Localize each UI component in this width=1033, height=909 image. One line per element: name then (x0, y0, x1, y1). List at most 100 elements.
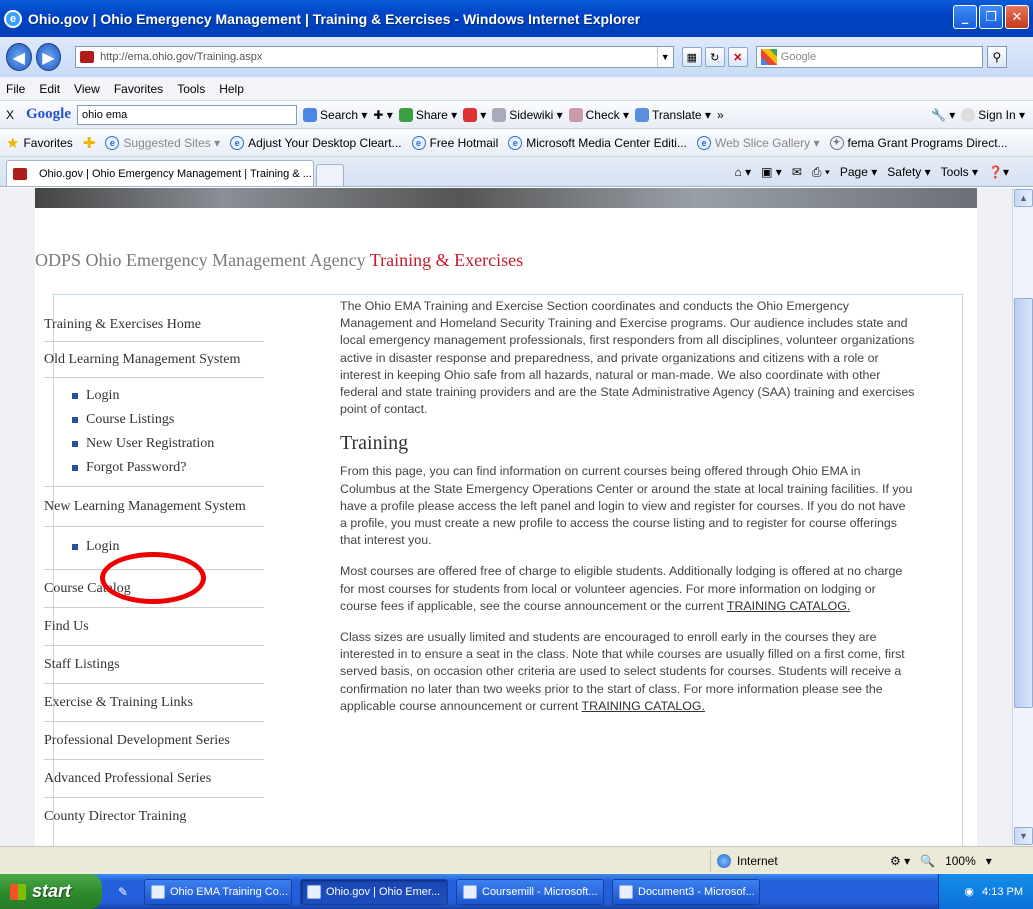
nav-old-lms[interactable]: Old Learning Management System (44, 342, 264, 378)
minimize-button[interactable]: _ (953, 5, 977, 29)
mail-icon[interactable]: ✉ (792, 165, 802, 179)
tab-ohio-gov[interactable]: Ohio.gov | Ohio Emergency Management | T… (6, 160, 314, 186)
new-tab-button[interactable] (316, 164, 344, 186)
favorites-button[interactable]: ★ Favorites (6, 134, 73, 152)
fav-media-center[interactable]: e Microsoft Media Center Editi... (508, 135, 687, 150)
agency-name: ODPS Ohio Emergency Management Agency (35, 250, 366, 270)
start-button[interactable]: start (0, 874, 102, 909)
scroll-thumb[interactable] (1014, 298, 1033, 708)
old-lms-new-user[interactable]: New User Registration (72, 432, 264, 456)
nav-staff-listings[interactable]: Staff Listings (44, 646, 264, 684)
help-icon[interactable]: ❓▾ (988, 165, 1009, 179)
plus-button[interactable]: ✚ ▾ (373, 108, 392, 122)
zoom-level: 100% (945, 853, 976, 868)
window-title: Ohio.gov | Ohio Emergency Management | T… (28, 10, 641, 27)
menu-view[interactable]: View (74, 82, 100, 96)
ie-icon: e (230, 135, 245, 150)
translate-button[interactable]: Translate ▾ (635, 107, 711, 122)
old-lms-login-label: Login (86, 388, 120, 403)
course-listings-label: Course Listings (86, 412, 175, 427)
menu-favorites[interactable]: Favorites (114, 82, 163, 96)
tab-title: Ohio.gov | Ohio Emergency Management | T… (39, 167, 312, 180)
window-titlebar: e Ohio.gov | Ohio Emergency Management |… (0, 0, 1033, 37)
share-button[interactable]: Share ▾ (398, 107, 457, 122)
zoom-control[interactable]: ⚙ ▾ 🔍 100% ▾ (890, 854, 992, 868)
forward-button[interactable]: ▶ (35, 43, 62, 71)
spellcheck-button[interactable]: Check ▾ (568, 107, 629, 122)
menu-file[interactable]: File (6, 82, 25, 96)
nav-exercise-training-links[interactable]: Exercise & Training Links (44, 684, 264, 722)
training-catalog-link-2[interactable]: TRAINING CATALOG. (582, 699, 705, 713)
fav-fema-grants[interactable]: ✦ fema Grant Programs Direct... (829, 135, 1008, 150)
tab-bar: Ohio.gov | Ohio Emergency Management | T… (0, 157, 1033, 187)
tray-icon[interactable]: ◉ (964, 885, 974, 898)
toolbar-close-button[interactable]: X (6, 108, 14, 122)
bullet-icon (72, 417, 78, 423)
spellcheck-icon (568, 107, 583, 122)
task-coursemill[interactable]: Coursemill - Microsoft... (456, 878, 604, 905)
favorites-bar: ★ Favorites ✚ e Suggested Sites ▾ e Adjust … (0, 129, 1033, 157)
toolbar-overflow-button[interactable]: » (717, 108, 724, 122)
safety-menu[interactable]: Safety ▾ (887, 165, 930, 179)
tools-menu[interactable]: Tools ▾ (941, 165, 978, 179)
task-ohio-ema-training[interactable]: Ohio EMA Training Co... (144, 878, 292, 905)
old-lms-forgot-password[interactable]: Forgot Password? (72, 456, 264, 480)
google-toolbar-logo: Google (26, 106, 72, 122)
nav-training-home[interactable]: Training & Exercises Home (44, 308, 264, 342)
sign-in-label: Sign In ▾ (978, 107, 1025, 122)
search-icon[interactable]: ⚲ (986, 46, 1007, 68)
address-row: ◀ ▶ http://ema.ohio.gov/Training.aspx ▼ … (0, 37, 1033, 77)
fav-label: Free Hotmail (429, 135, 499, 150)
stop-icon[interactable]: ✕ (727, 47, 748, 67)
old-lms-login[interactable]: Login (72, 384, 264, 408)
home-icon[interactable]: ⌂ ▾ (735, 165, 752, 179)
scroll-down-icon[interactable]: ▼ (1014, 827, 1033, 845)
task-document3[interactable]: Document3 - Microsof... (612, 878, 760, 905)
print-icon[interactable]: ⎙ ▾ (812, 165, 830, 180)
compat-view-icon[interactable]: ▦ (681, 47, 702, 67)
fav-suggested-sites[interactable]: e Suggested Sites ▾ (105, 135, 220, 150)
show-desktop-icon[interactable]: ✎ (112, 881, 134, 903)
scroll-up-icon[interactable]: ▲ (1014, 189, 1033, 207)
back-button[interactable]: ◀ (6, 43, 32, 71)
nav-advanced-professional[interactable]: Advanced Professional Series (44, 760, 264, 798)
feeds-icon[interactable]: ▣ ▾ (761, 165, 782, 179)
ie-task-icon (307, 884, 321, 899)
nav-county-director[interactable]: County Director Training (44, 798, 264, 836)
favorites-label: Favorites (23, 135, 73, 150)
sidewiki-button[interactable]: Sidewiki ▾ (492, 107, 563, 122)
menu-edit[interactable]: Edit (39, 82, 60, 96)
google-search-input[interactable]: ohio ema (77, 104, 298, 125)
wrench-icon[interactable]: 🔧 ▾ (931, 108, 955, 122)
bullet-icon (72, 393, 78, 399)
menu-help[interactable]: Help (219, 82, 244, 96)
fav-web-slice[interactable]: e Web Slice Gallery ▾ (696, 135, 820, 150)
tab-favicon-icon (13, 167, 27, 180)
google-search-button[interactable]: Search ▾ (303, 107, 367, 122)
security-zone: Internet (710, 849, 840, 872)
nav-find-us[interactable]: Find Us (44, 608, 264, 646)
restore-button[interactable]: ❐ (979, 5, 1003, 29)
fema-icon: ✦ (829, 135, 844, 150)
old-lms-course-listings[interactable]: Course Listings (72, 408, 264, 432)
training-catalog-link[interactable]: TRAINING CATALOG. (727, 599, 850, 613)
add-favorite-button[interactable]: ✚ (83, 134, 96, 152)
sign-in-button[interactable]: Sign In ▾ (961, 107, 1025, 122)
fav-free-hotmail[interactable]: e Free Hotmail (411, 135, 499, 150)
search-input[interactable]: Google (755, 46, 983, 68)
page-menu[interactable]: Page ▾ (840, 165, 877, 179)
nav-new-lms[interactable]: New Learning Management System (44, 487, 264, 527)
training-paragraph-2: Most courses are offered free of charge … (340, 563, 915, 615)
refresh-icon[interactable]: ↻ (704, 47, 725, 67)
menu-tools[interactable]: Tools (177, 82, 205, 96)
zoom-dropdown-icon[interactable]: ▾ (986, 854, 992, 868)
block-button[interactable]: ▾ (463, 107, 486, 122)
training-heading: Training (340, 432, 409, 455)
nav-professional-development[interactable]: Professional Development Series (44, 722, 264, 760)
close-button[interactable]: ✕ (1005, 5, 1029, 29)
address-dropdown-icon[interactable]: ▼ (656, 47, 673, 67)
task-ohio-gov[interactable]: Ohio.gov | Ohio Emer... (300, 878, 448, 905)
address-bar[interactable]: http://ema.ohio.gov/Training.aspx ▼ (75, 46, 674, 68)
fav-adjust-desktop[interactable]: e Adjust Your Desktop Cleart... (230, 135, 402, 150)
vertical-scrollbar[interactable]: ▲ ▼ (1012, 188, 1033, 846)
